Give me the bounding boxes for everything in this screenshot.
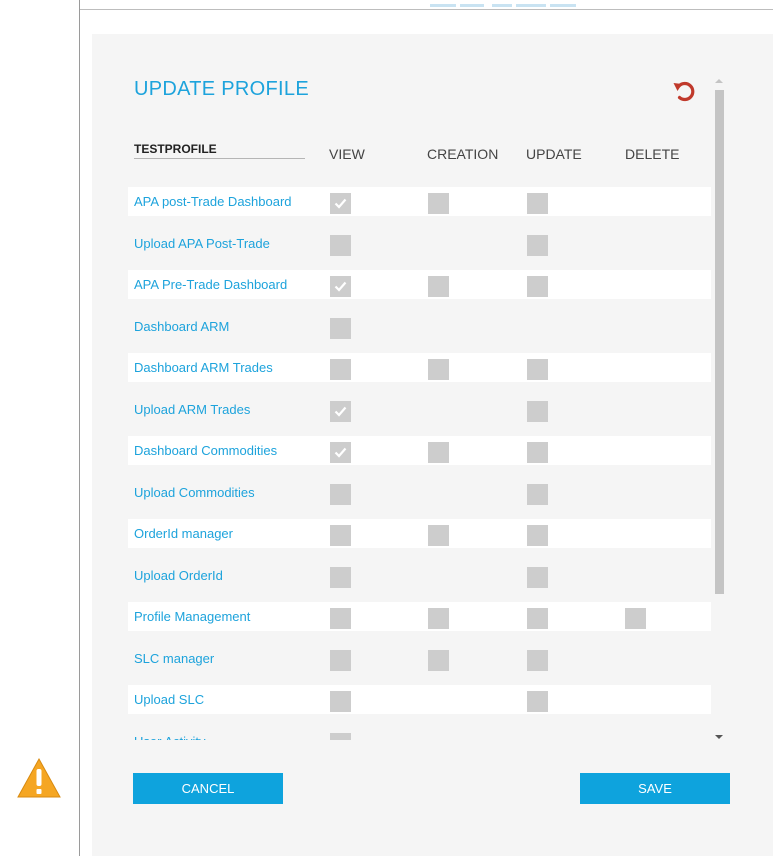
creation-checkbox[interactable] [428,525,449,546]
creation-checkbox[interactable] [428,650,449,671]
permission-row: Upload SLC [128,685,711,714]
permission-row-label: OrderId manager [134,526,233,541]
permission-row-label: Dashboard ARM [134,319,230,334]
delete-checkbox[interactable] [625,608,646,629]
permission-row-label: User Activity [134,734,206,740]
update-checkbox[interactable] [527,359,548,380]
checkmark-icon [334,198,347,209]
creation-checkbox[interactable] [428,276,449,297]
column-header-creation: CREATION [427,146,499,162]
permission-row: APA post-Trade Dashboard [128,187,711,216]
view-checkbox[interactable] [330,401,351,422]
permission-row-label: APA Pre-Trade Dashboard [134,277,288,292]
scroll-up-icon[interactable] [715,79,723,83]
permission-row: Upload ARM Trades [128,395,711,424]
update-checkbox[interactable] [527,691,548,712]
warning-icon [17,757,61,798]
permission-row: Upload OrderId [128,561,711,590]
view-checkbox[interactable] [330,650,351,671]
permission-row-label: Upload SLC [134,692,205,707]
view-checkbox[interactable] [330,567,351,588]
update-checkbox[interactable] [527,442,548,463]
cancel-button[interactable]: CANCEL [133,773,283,804]
profile-name-field[interactable]: TESTPROFILE [134,142,305,159]
view-checkbox[interactable] [330,359,351,380]
save-button[interactable]: SAVE [580,773,730,804]
update-checkbox[interactable] [527,567,548,588]
view-checkbox[interactable] [330,276,351,297]
update-checkbox[interactable] [527,650,548,671]
update-checkbox[interactable] [527,525,548,546]
permission-row: User Activity [128,727,711,740]
view-checkbox[interactable] [330,691,351,712]
left-divider [79,0,80,856]
permission-row-label: Upload OrderId [134,568,223,583]
permission-row-label: Upload ARM Trades [134,402,251,417]
permission-row-label: Profile Management [134,609,251,624]
column-header-delete: DELETE [625,146,680,162]
dialog-title: UPDATE PROFILE [134,78,309,100]
creation-checkbox[interactable] [428,193,449,214]
permission-row-label: Upload APA Post-Trade [134,236,270,251]
permission-row-label: Dashboard Commodities [134,443,278,458]
permission-row: Dashboard ARM Trades [128,353,711,382]
permission-row: OrderId manager [128,519,711,548]
creation-checkbox[interactable] [428,359,449,380]
list-scrollbar[interactable] [712,76,726,744]
permission-row: Profile Management [128,602,711,631]
update-checkbox[interactable] [527,401,548,422]
view-checkbox[interactable] [330,235,351,256]
column-header-update: UPDATE [526,146,582,162]
permission-row-label: SLC manager [134,651,215,666]
permission-row: APA Pre-Trade Dashboard [128,270,711,299]
view-checkbox[interactable] [330,525,351,546]
view-checkbox[interactable] [330,484,351,505]
creation-checkbox[interactable] [428,608,449,629]
update-checkbox[interactable] [527,193,548,214]
view-checkbox[interactable] [330,193,351,214]
update-checkbox[interactable] [527,276,548,297]
view-checkbox[interactable] [330,733,351,740]
update-profile-dialog: UPDATE PROFILE TESTPROFILE VIEW CREATION… [92,34,773,856]
permission-row: Dashboard Commodities [128,436,711,465]
checkmark-icon [334,406,347,417]
view-checkbox[interactable] [330,442,351,463]
creation-checkbox[interactable] [428,442,449,463]
scroll-thumb[interactable] [715,90,724,594]
update-checkbox[interactable] [527,484,548,505]
update-checkbox[interactable] [527,608,548,629]
checkmark-icon [334,281,347,292]
permission-row: Upload Commodities [128,478,711,507]
permission-row: SLC manager [128,644,711,673]
background-header-fragment [430,0,600,8]
column-header-view: VIEW [329,146,365,162]
view-checkbox[interactable] [330,608,351,629]
permission-row-label: APA post-Trade Dashboard [134,194,292,209]
scroll-down-icon[interactable] [715,735,723,739]
permission-row: Dashboard ARM [128,312,711,341]
update-checkbox[interactable] [527,235,548,256]
refresh-icon[interactable] [672,79,696,103]
permission-row-label: Upload Commodities [134,485,255,500]
permissions-list: APA post-Trade Dashboard Upload APA Post-… [128,182,711,740]
permission-row: Upload APA Post-Trade [128,229,711,258]
top-divider [80,9,773,10]
checkmark-icon [334,447,347,458]
permission-row-label: Dashboard ARM Trades [134,360,273,375]
view-checkbox[interactable] [330,318,351,339]
